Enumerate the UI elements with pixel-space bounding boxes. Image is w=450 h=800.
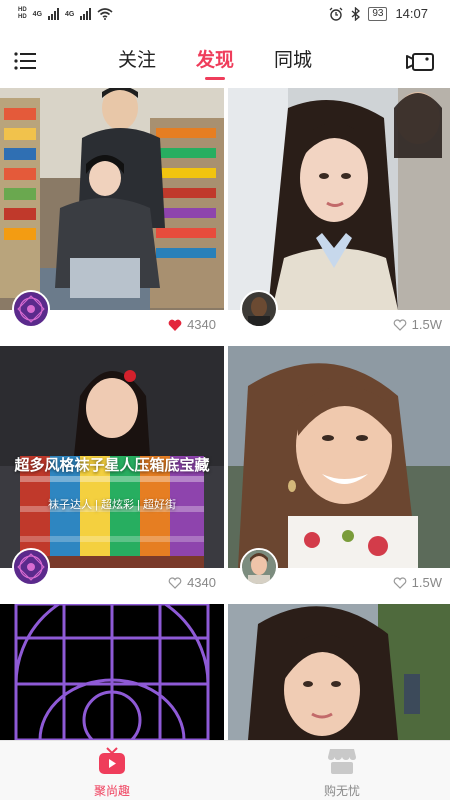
like-button[interactable]: 4340	[168, 575, 216, 590]
tab-discover-label: 发现	[196, 50, 235, 71]
like-button[interactable]: 1.5W	[393, 575, 442, 590]
card-footer: 1.5W	[228, 310, 450, 340]
feed-card[interactable]	[0, 604, 224, 740]
video-camera-icon[interactable]	[406, 52, 434, 72]
signal-icon	[48, 8, 60, 20]
clock: 14:07	[395, 6, 428, 21]
heart-outline-icon	[168, 576, 182, 589]
battery-indicator: 93	[368, 6, 388, 21]
alarm-icon	[329, 7, 343, 21]
heart-outline-icon	[393, 576, 407, 589]
card-footer: 4340	[0, 310, 224, 340]
card-photo	[228, 88, 450, 310]
tab-following-label: 关注	[118, 50, 157, 71]
tab-bar: 关注 发现 同城	[118, 46, 312, 80]
hd-indicator: HD HD	[18, 7, 27, 21]
tv-icon	[99, 747, 125, 774]
card-photo	[0, 604, 224, 740]
network-type-1: 4G	[32, 10, 43, 18]
card-photo: 超多风格袜子星人压箱底宝藏 袜子达人 | 超炫彩 | 超好街	[0, 346, 224, 568]
tab-gouwuyou[interactable]: 购无忧	[282, 747, 402, 799]
tab-local[interactable]: 同城	[274, 46, 312, 80]
top-nav: 关注 发现 同城	[0, 38, 450, 86]
like-button[interactable]: 1.5W	[393, 317, 442, 332]
signal-icon-2	[80, 8, 92, 20]
like-count: 4340	[187, 317, 216, 332]
heart-filled-icon	[168, 319, 182, 331]
wifi-icon	[97, 8, 113, 20]
status-bar-right: 93 14:07	[329, 6, 428, 21]
card-photo	[228, 604, 450, 740]
card-overlay-title: 超多风格袜子星人压箱底宝藏	[14, 457, 210, 474]
network-type-2: 4G	[65, 10, 75, 18]
feed-card[interactable]: 超多风格袜子星人压箱底宝藏 袜子达人 | 超炫彩 | 超好街 4340	[0, 346, 224, 598]
like-count: 1.5W	[411, 575, 442, 590]
feed-card[interactable]: 1.5W	[228, 88, 450, 340]
card-photo	[0, 88, 224, 310]
hd-label-2: HD	[18, 14, 27, 20]
status-bar-left: HD HD 4G 4G	[18, 7, 113, 21]
card-photo	[228, 346, 450, 568]
like-count: 4340	[187, 575, 216, 590]
heart-outline-icon	[393, 318, 407, 331]
card-overlay-subtitle: 袜子达人 | 超炫彩 | 超好街	[48, 499, 176, 511]
tab-jushangqu-label: 聚尚趣	[93, 784, 130, 798]
like-button[interactable]: 4340	[168, 317, 216, 332]
bottom-tab-bar: 聚尚趣 购无忧	[0, 740, 450, 800]
feed-grid: 4340 1.5W 超多风格袜子星人压箱底宝藏 袜子达人 | 超炫彩 | 超好街…	[0, 88, 450, 740]
store-icon	[328, 749, 356, 774]
tab-jushangqu[interactable]: 聚尚趣	[52, 747, 172, 799]
feed-card[interactable]: 4340	[0, 88, 224, 340]
bluetooth-icon	[351, 6, 361, 21]
menu-icon[interactable]	[14, 52, 36, 70]
feed-card[interactable]: 1.5W	[228, 346, 450, 598]
status-bar: HD HD 4G 4G 93 14:07	[0, 0, 450, 30]
active-tab-indicator	[205, 77, 226, 80]
tab-gouwuyou-label: 购无忧	[323, 784, 360, 798]
hd-label-1: HD	[18, 7, 27, 13]
tab-local-label: 同城	[274, 50, 313, 71]
card-footer: 4340	[0, 568, 224, 598]
card-footer: 1.5W	[228, 568, 450, 598]
tab-following[interactable]: 关注	[118, 46, 156, 80]
tab-discover[interactable]: 发现	[196, 46, 234, 80]
like-count: 1.5W	[411, 317, 442, 332]
feed-card[interactable]	[228, 604, 450, 740]
